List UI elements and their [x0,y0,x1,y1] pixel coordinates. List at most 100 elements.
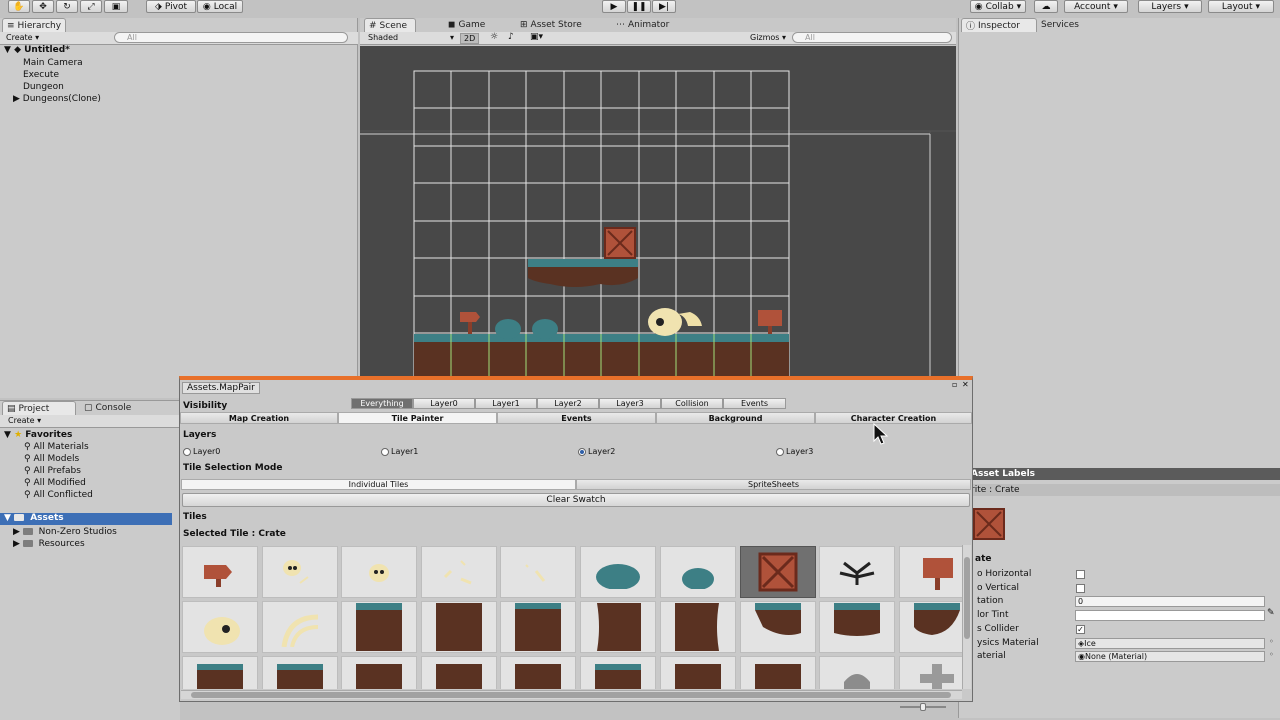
favorite-item[interactable]: ⚲ All Prefabs [24,466,81,476]
mode-tab-tile-painter[interactable]: Tile Painter [338,412,497,424]
hierarchy-item[interactable]: Main Camera [23,58,83,68]
visibility-tab-collision[interactable]: Collision [661,398,723,409]
tile-dirt-block-alt[interactable] [421,656,497,689]
hierarchy-item[interactable]: Dungeon [23,82,64,92]
favorite-item[interactable]: ⚲ All Models [24,454,79,464]
tile-board-sign[interactable] [899,546,963,598]
tile-ground-top-alt[interactable] [500,601,576,653]
clear-swatch-button[interactable]: Clear Swatch [182,493,970,507]
tab-animator[interactable]: ⋯ Animator [612,18,673,32]
visibility-tab-layer1[interactable]: Layer1 [475,398,537,409]
cloud-button[interactable]: ☁ [1034,0,1058,13]
tile-ground-top[interactable] [341,601,417,653]
folder-item[interactable]: ▶ Resources [13,539,85,549]
asset-labels-header[interactable]: Asset Labels [959,468,1280,480]
hand-tool-button[interactable]: ✋ [8,0,30,13]
tile-skull[interactable] [341,546,417,598]
project-create-button[interactable]: Create ▾ [8,416,41,425]
move-tool-button[interactable]: ✥ [32,0,54,13]
layout-dropdown[interactable]: Layout ▾ [1208,0,1274,13]
shading-dropdown[interactable]: Shaded ▾ [368,33,454,42]
favorites-header[interactable]: ▼ ★ Favorites [4,430,72,440]
scroll-thumb[interactable] [964,557,970,639]
scene-search-input[interactable]: All [792,32,952,43]
tile-skull-bones[interactable] [262,546,338,598]
tile-skull-large[interactable] [182,601,258,653]
lighting-icon[interactable]: ☼ [490,32,498,42]
tile-gravestone[interactable] [819,656,895,689]
collab-dropdown[interactable]: ◉ Collab ▾ [970,0,1026,13]
scene-root[interactable]: ▼ ◆ Untitled* [4,45,70,55]
tab-inspector[interactable]: ⓘ Inspector [961,18,1037,32]
tile-dirt-edge-right[interactable] [660,601,736,653]
close-icon[interactable]: ✕ [962,380,969,389]
tab-project[interactable]: ▤ Project [2,401,76,415]
object-picker-icon[interactable]: ◦ [1269,650,1274,659]
visibility-tab-layer0[interactable]: Layer0 [413,398,475,409]
tile-dirt-edge-left[interactable] [580,601,656,653]
palette-horizontal-scrollbar[interactable] [181,690,962,699]
tab-console[interactable]: ▢ Console [80,401,135,415]
image-effects-icon[interactable]: ▣▾ [530,32,543,42]
tile-dirt-block-2[interactable] [500,656,576,689]
tile-crate[interactable] [740,546,816,598]
tile-bush-small[interactable] [660,546,736,598]
tile-platform-right[interactable] [899,601,963,653]
tile-mode-spritesheets[interactable]: SpriteSheets [576,479,971,490]
scene-viewport[interactable] [360,46,956,378]
tile-dirt[interactable] [421,601,497,653]
tile-ground-mid[interactable] [580,656,656,689]
folder-item[interactable]: ▶ Non-Zero Studios [13,527,117,537]
collider-checkbox[interactable]: ✓ [1076,625,1085,634]
tab-hierarchy[interactable]: ≡ Hierarchy [2,18,66,32]
flip-vertical-checkbox[interactable] [1076,584,1085,593]
zoom-slider[interactable] [900,703,946,711]
tile-bone[interactable] [500,546,576,598]
mode-tab-events[interactable]: Events [497,412,656,424]
layer-radio-layer3[interactable]: Layer3 [776,447,813,456]
eyedropper-icon[interactable]: ✎ [1267,608,1275,618]
favorite-item[interactable]: ⚲ All Modified [24,478,86,488]
tile-cross[interactable] [899,656,963,689]
favorite-item[interactable]: ⚲ All Materials [24,442,89,452]
tile-dead-tree[interactable] [819,546,895,598]
layer-radio-layer1[interactable]: Layer1 [381,447,418,456]
color-tint-field[interactable] [1075,610,1265,621]
tile-platform-mid[interactable] [819,601,895,653]
favorite-item[interactable]: ⚲ All Conflicted [24,490,93,500]
assets-header[interactable]: ▼ Assets [0,513,172,525]
play-button[interactable]: ▶ [602,0,626,13]
tab-scene[interactable]: # Scene [364,18,416,32]
scroll-thumb[interactable] [191,692,951,698]
rotate-tool-button[interactable]: ↻ [56,0,78,13]
maximize-icon[interactable]: ▫ [952,380,957,389]
visibility-tab-everything[interactable]: Everything [351,398,413,409]
step-button[interactable]: ▶| [652,0,676,13]
2d-toggle[interactable]: 2D [460,33,480,44]
tile-dirt-block[interactable] [341,656,417,689]
object-picker-icon[interactable]: ◦ [1269,637,1274,646]
tile-mode-individual[interactable]: Individual Tiles [181,479,576,490]
scale-tool-button[interactable]: ⤢ [80,0,102,13]
layers-dropdown[interactable]: Layers ▾ [1138,0,1202,13]
mode-tab-map-creation[interactable]: Map Creation [180,412,338,424]
slider-thumb[interactable] [920,703,926,711]
material-field[interactable]: ◉None (Material) [1075,651,1265,662]
pause-button[interactable]: ❚❚ [627,0,651,13]
tile-dirt-block-4[interactable] [740,656,816,689]
tile-ground-small[interactable] [182,656,258,689]
visibility-tab-layer2[interactable]: Layer2 [537,398,599,409]
tile-platform-left[interactable] [740,601,816,653]
tab-asset-store[interactable]: ⊞ Asset Store [516,18,586,32]
physics-material-field[interactable]: ◈Ice [1075,638,1265,649]
tile-signpost[interactable] [182,546,258,598]
account-dropdown[interactable]: Account ▾ [1064,0,1128,13]
rect-tool-button[interactable]: ▣ [104,0,128,13]
tile-bush-large[interactable] [580,546,656,598]
pivot-toggle[interactable]: ⬗ Pivot [146,0,196,13]
tile-dirt-block-3[interactable] [660,656,736,689]
visibility-tab-events[interactable]: Events [723,398,786,409]
palette-vertical-scrollbar[interactable] [962,545,971,689]
rotation-input[interactable]: 0 [1075,596,1265,607]
mode-tab-background[interactable]: Background [656,412,815,424]
